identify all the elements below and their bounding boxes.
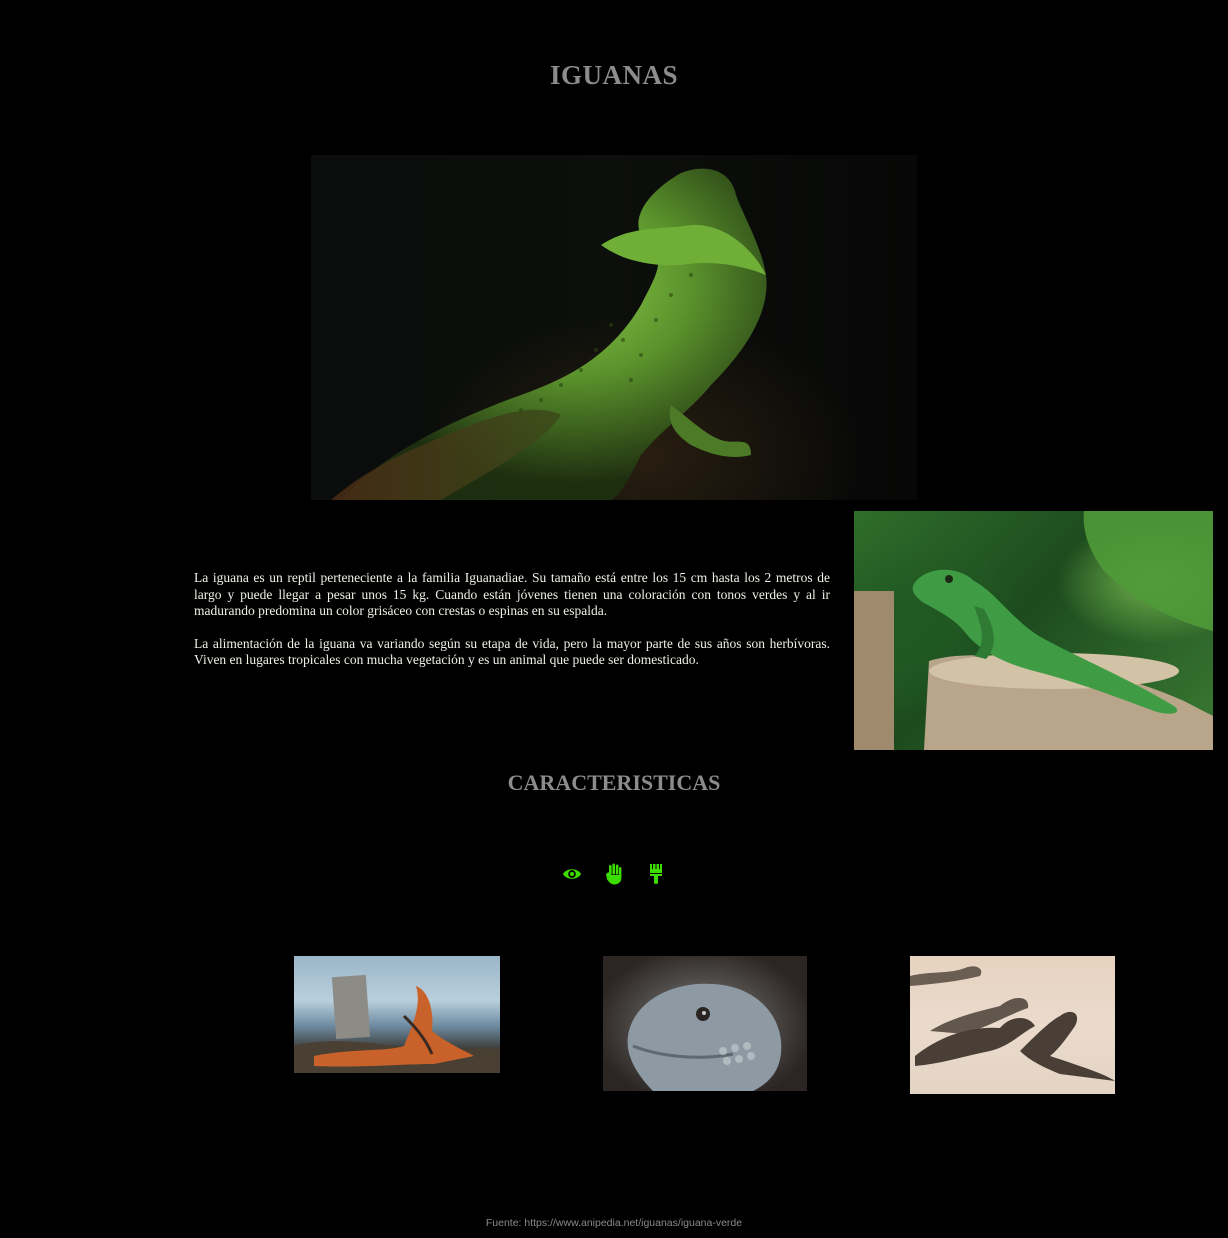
eye-icon[interactable]: [562, 862, 582, 886]
gallery-image-iguana-head: [603, 956, 807, 1091]
gallery-image-orange-iguana: [294, 956, 500, 1073]
intro-paragraph-diet: La alimentación de la iguana va variando…: [194, 635, 830, 668]
gallery-image-iguanas-sand: [910, 956, 1115, 1094]
page-title: IGUANAS: [549, 60, 679, 90]
green-iguana-image: [854, 511, 1213, 750]
hand-icon[interactable]: [604, 862, 624, 886]
intro-text: La iguana es un reptil perteneciente a l…: [194, 570, 830, 685]
intro-paragraph-size: La iguana es un reptil perteneciente a l…: [194, 570, 830, 618]
feature-icons: [0, 862, 1228, 886]
section-title-characteristics: CARACTERISTICAS: [507, 770, 721, 795]
source-footer: Fuente: https://www.anipedia.net/iguanas…: [485, 1217, 743, 1229]
brush-icon[interactable]: [646, 862, 666, 886]
hero-lizard-image: [311, 155, 917, 500]
